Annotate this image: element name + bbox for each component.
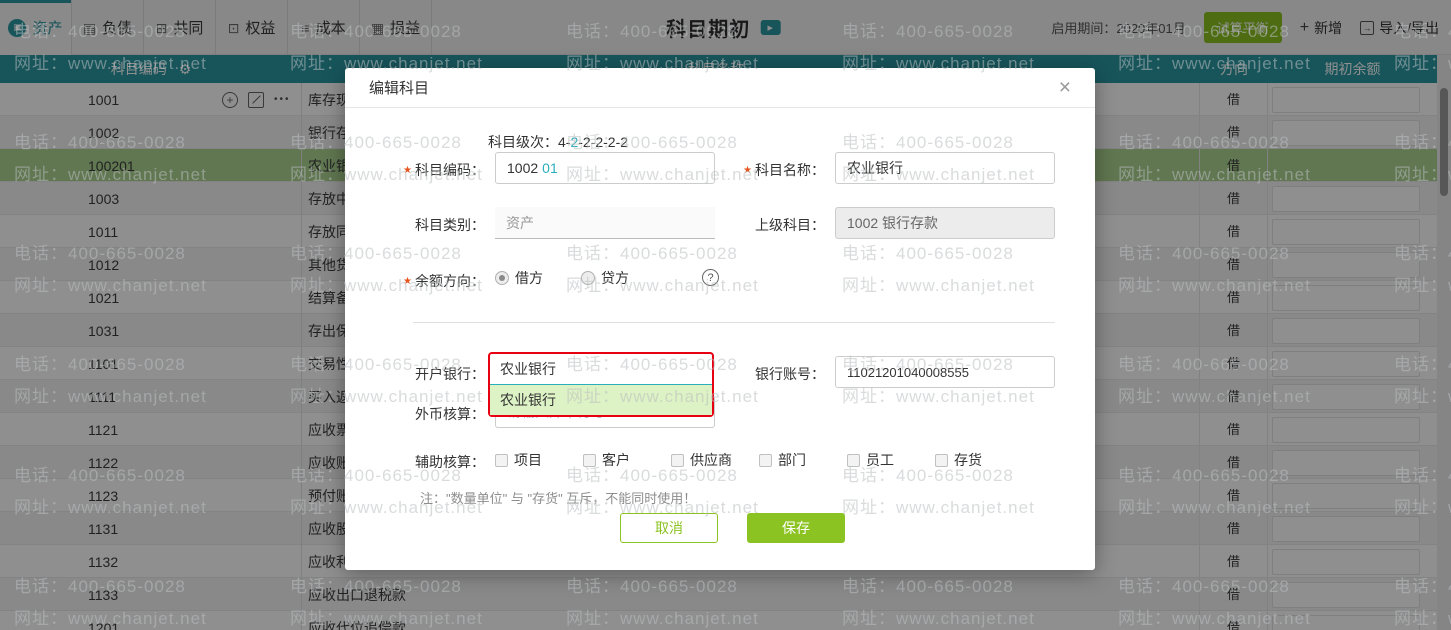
account-level: 科目级次：4-2-2-2-2-2 [488, 132, 628, 152]
parent-account-input: 1002 银行存款 [835, 207, 1055, 239]
help-icon[interactable]: ? [702, 269, 719, 286]
code-value: 1002 [507, 160, 538, 176]
checkbox-icon[interactable] [583, 454, 596, 467]
parent-field-label: 上级科目： [685, 215, 825, 235]
save-button[interactable]: 保存 [747, 513, 845, 543]
account-level-label: 科目级次： [488, 134, 558, 150]
close-icon[interactable]: × [1059, 77, 1071, 98]
debit-radio[interactable] [495, 271, 509, 285]
edit-account-modal: 编辑科目 × 科目级次：4-2-2-2-2-2 ★科目编码： 100201 ★科… [345, 68, 1095, 570]
currency-field-label: 外币核算： [345, 404, 485, 424]
aux-checkbox-group: 项目 客户 供应商 部门 员工 存货 [495, 450, 1023, 470]
code-input[interactable]: 100201 [495, 152, 715, 184]
aux-option-label: 员工 [866, 450, 894, 470]
modal-header: 编辑科目 × [345, 68, 1095, 108]
credit-radio-label: 贷方 [601, 268, 629, 288]
code-label-text: 科目编码： [415, 162, 485, 178]
aux-option-客户: 客户 [583, 450, 671, 470]
bank-combo-highlighted: 农业银行 农业银行 [488, 352, 714, 417]
bank-input[interactable]: 农业银行 [490, 354, 712, 385]
checkbox-icon[interactable] [847, 454, 860, 467]
category-input: 资产 [495, 207, 715, 239]
aux-option-存货: 存货 [935, 450, 1023, 470]
level-prefix: 4- [558, 134, 570, 150]
mutual-exclusion-note: 注："数量单位" 与 "存货" 互斥，不能同时使用！ [420, 488, 696, 507]
name-label-text: 科目名称： [755, 162, 825, 178]
aux-option-label: 供应商 [690, 450, 732, 470]
modal-divider [413, 322, 1055, 323]
aux-option-label: 客户 [602, 450, 630, 470]
required-star-icon: ★ [403, 276, 412, 287]
aux-option-label: 项目 [514, 450, 542, 470]
checkbox-icon[interactable] [671, 454, 684, 467]
aux-option-部门: 部门 [759, 450, 847, 470]
bank-field-label: 开户银行： [345, 364, 485, 384]
aux-option-供应商: 供应商 [671, 450, 759, 470]
aux-field-label: 辅助核算： [345, 452, 485, 472]
required-star-icon: ★ [743, 165, 752, 176]
checkbox-icon[interactable] [935, 454, 948, 467]
direction-field-label: ★余额方向： [345, 271, 485, 291]
aux-option-label: 存货 [954, 450, 982, 470]
checkbox-icon[interactable] [495, 454, 508, 467]
credit-radio[interactable] [581, 271, 595, 285]
name-input[interactable]: 农业银行 [835, 152, 1055, 184]
modal-title: 编辑科目 [369, 77, 429, 98]
name-field-label: ★科目名称： [685, 160, 825, 180]
aux-option-label: 部门 [778, 450, 806, 470]
bank-account-input[interactable]: 11021201040008555 [835, 356, 1055, 388]
checkbox-icon[interactable] [759, 454, 772, 467]
direction-label-text: 余额方向： [415, 273, 485, 289]
code-suffix: 01 [542, 160, 558, 176]
category-field-label: 科目类别： [345, 215, 485, 235]
aux-option-项目: 项目 [495, 450, 583, 470]
required-star-icon: ★ [403, 165, 412, 176]
bank-dropdown-option[interactable]: 农业银行 [490, 385, 712, 415]
cancel-button[interactable]: 取消 [620, 513, 718, 543]
aux-option-员工: 员工 [847, 450, 935, 470]
level-rest: -2-2-2-2 [578, 134, 628, 150]
debit-radio-label: 借方 [515, 268, 543, 288]
code-field-label: ★科目编码： [345, 160, 485, 180]
direction-radio-group: 借方 贷方 [495, 268, 667, 288]
